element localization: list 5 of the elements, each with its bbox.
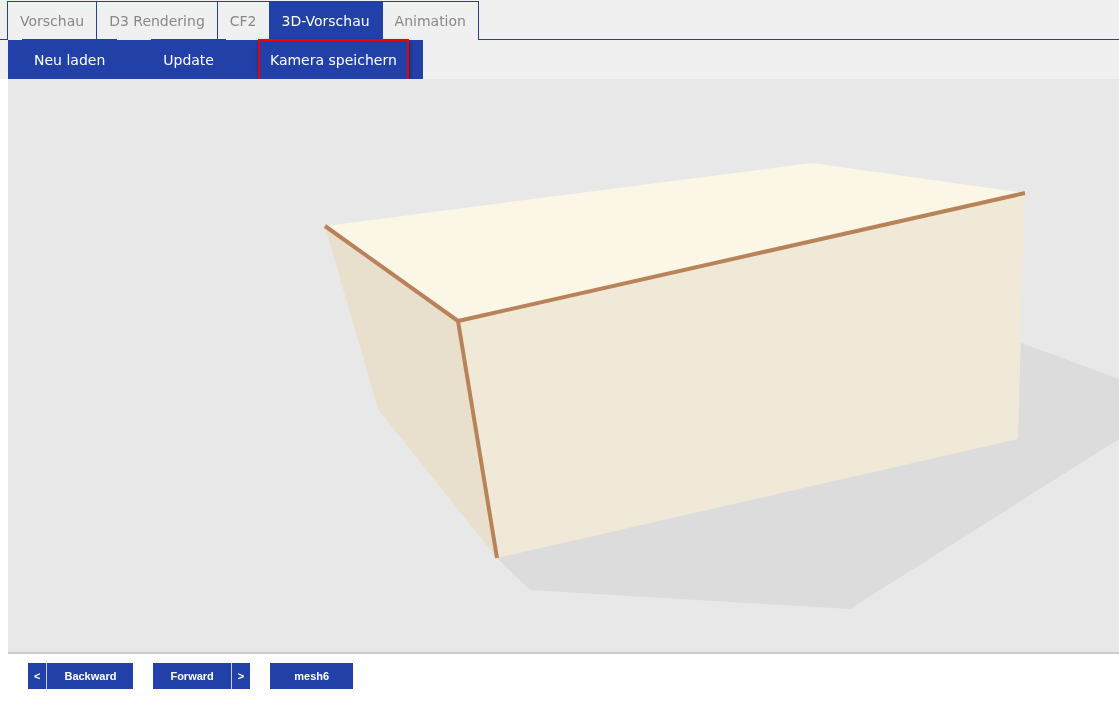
nav-button[interactable]: < Backward <box>28 663 134 689</box>
nav-button[interactable]: mesh6 <box>270 663 354 689</box>
tab[interactable]: 3D-Vorschau <box>268 1 383 40</box>
nav-button[interactable]: Forward > <box>153 663 251 689</box>
toolbar-button[interactable]: Kamera speichern <box>257 38 409 81</box>
